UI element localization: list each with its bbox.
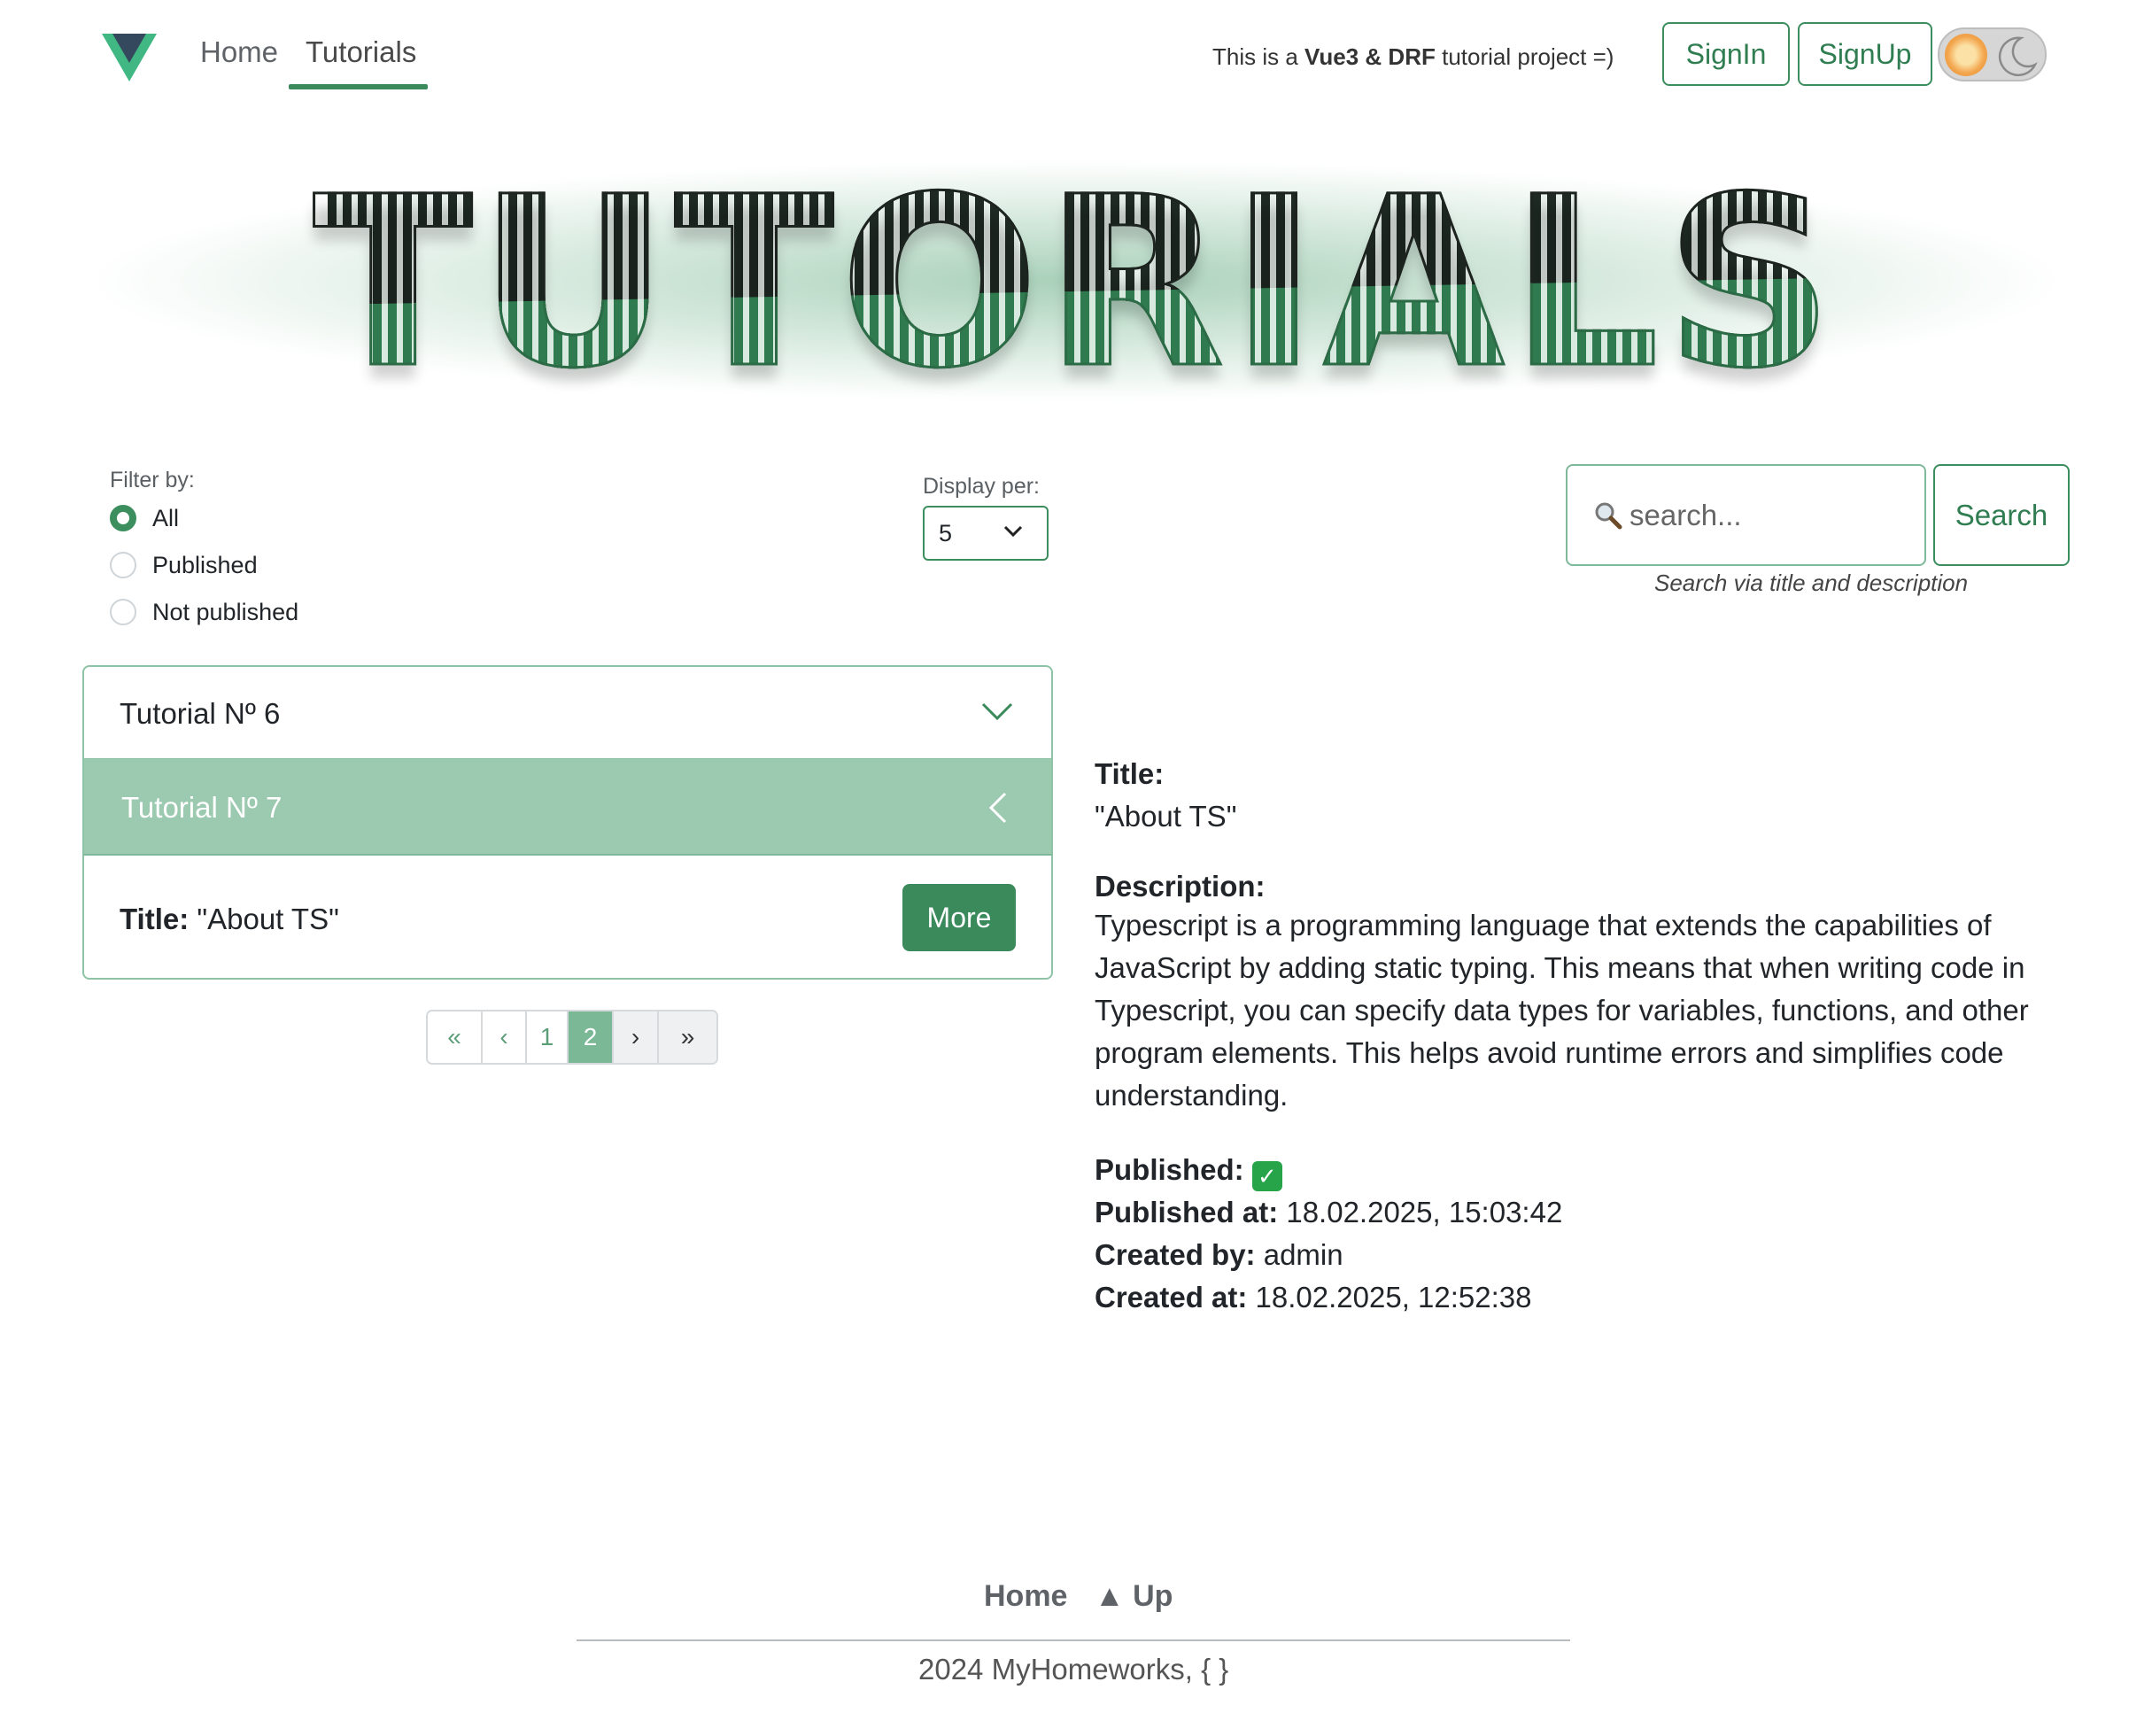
accordion-item-label: Tutorial Nº 6 [120, 697, 281, 730]
chevron-left-icon [988, 792, 1007, 824]
nav-tutorials-link[interactable]: Tutorials [306, 35, 416, 69]
signin-button[interactable]: SignIn [1662, 22, 1790, 86]
pagination-prev[interactable]: ‹ [483, 1011, 527, 1063]
check-mark-icon: ✓ [1251, 1161, 1282, 1191]
pagination-last[interactable]: » [659, 1011, 716, 1063]
search-placeholder: search... [1629, 498, 1742, 531]
accordion-item-7-header[interactable]: Tutorial Nº 7 [82, 759, 1053, 856]
search-button[interactable]: Search [1933, 464, 2070, 566]
accordion-body-title: Title: "About TS" [120, 903, 339, 935]
accordion-item-6[interactable]: Tutorial Nº 6 [82, 665, 1053, 760]
chevron-down-icon [1003, 525, 1023, 538]
detail-description-value: Typescript is a programming language tha… [1095, 909, 2029, 1112]
display-per-value: 5 [939, 519, 953, 546]
filter-option-all[interactable]: All [110, 503, 179, 533]
footer-copyright: 2024 MyHomeworks, { } [918, 1653, 1229, 1686]
signup-button[interactable]: SignUp [1798, 22, 1932, 86]
radio-label-all: All [152, 504, 180, 531]
filter-option-published[interactable]: Published [110, 550, 258, 580]
pagination-next[interactable]: › [614, 1011, 659, 1063]
pagination-page-2[interactable]: 2 [569, 1011, 614, 1063]
display-per-select[interactable]: 5 [923, 506, 1049, 561]
footer-home-link[interactable]: Home [984, 1579, 1067, 1614]
theme-toggle[interactable] [1938, 27, 2047, 81]
search-input[interactable]: search... [1566, 464, 1926, 566]
sun-icon [1945, 34, 1987, 76]
project-tagline: This is a Vue3 & DRF tutorial project =) [1212, 43, 1614, 70]
detail-published: Published: ✓ [1095, 1149, 1282, 1191]
magnifier-icon [1595, 502, 1622, 529]
detail-published-at: Published at: 18.02.2025, 15:03:42 [1095, 1196, 1563, 1228]
accordion-item-7-body: Title: "About TS" More [82, 854, 1053, 980]
footer-divider [577, 1639, 1570, 1641]
moon-icon [1998, 36, 2038, 77]
footer-up-link[interactable]: ▲ Up [1095, 1579, 1173, 1614]
radio-label-published: Published [152, 551, 258, 578]
more-button[interactable]: More [902, 884, 1016, 951]
pagination-page-1[interactable]: 1 [527, 1011, 569, 1063]
nav-home-link[interactable]: Home [200, 35, 278, 69]
search-help-text: Search via title and description [1654, 570, 1969, 596]
display-per-label: Display per: [923, 474, 1040, 499]
detail-created-at: Created at: 18.02.2025, 12:52:38 [1095, 1281, 1532, 1314]
pagination-first[interactable]: « [428, 1011, 483, 1063]
filter-label: Filter by: [110, 468, 195, 492]
detail-description-label: Description: [1095, 870, 1266, 903]
radio-label-not-published: Not published [152, 598, 299, 625]
detail-title-value: "About TS" [1095, 800, 1237, 833]
accordion-header[interactable]: Tutorial Nº 6 [84, 667, 1051, 761]
nav-active-indicator [289, 84, 428, 89]
accordion-item-label: Tutorial Nº 7 [121, 790, 283, 824]
detail-title-label: Title: [1095, 757, 1165, 790]
chevron-down-icon [981, 702, 1013, 721]
pagination: « ‹ 1 2 › » [426, 1010, 718, 1065]
vue-logo-icon[interactable] [102, 34, 157, 81]
radio-all[interactable] [110, 505, 136, 531]
radio-not-published[interactable] [110, 599, 136, 625]
detail-created-by: Created by: admin [1095, 1238, 1343, 1271]
radio-published[interactable] [110, 552, 136, 578]
filter-option-not-published[interactable]: Not published [110, 597, 298, 627]
